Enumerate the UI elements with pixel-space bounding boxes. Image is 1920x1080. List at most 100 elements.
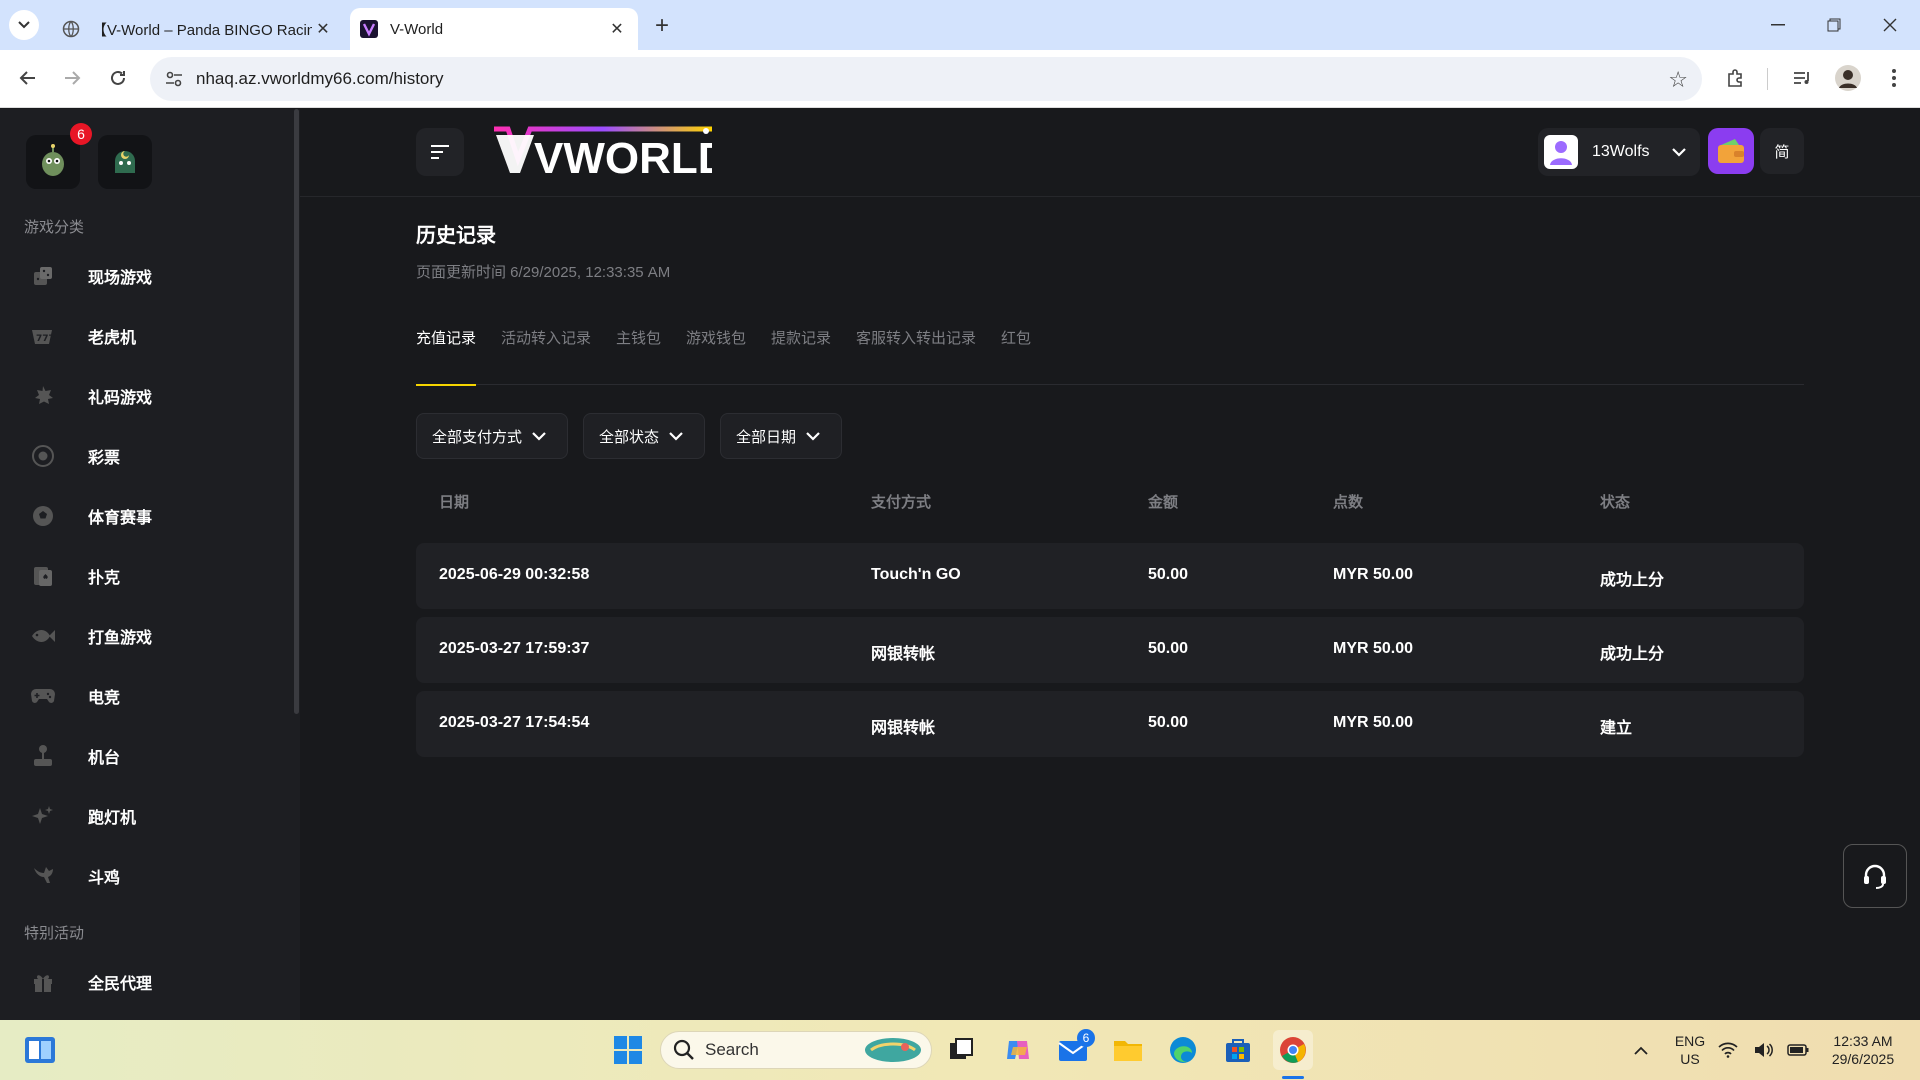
user-avatar-icon	[1550, 141, 1572, 165]
profile-avatar-icon[interactable]	[1832, 62, 1864, 94]
event-avatar-button[interactable]	[98, 135, 152, 189]
edge-browser-icon[interactable]	[1163, 1030, 1203, 1070]
customer-support-button[interactable]	[1843, 844, 1907, 908]
battery-icon[interactable]	[1784, 1030, 1812, 1070]
url-text[interactable]: nhaq.az.vworldmy66.com/history	[196, 69, 444, 89]
tab-main-wallet[interactable]: 主钱包	[616, 327, 661, 385]
ramadan-mascot-icon	[115, 151, 135, 173]
user-menu-button[interactable]: 13Wolfs	[1538, 128, 1700, 176]
sidebar-item-poker[interactable]: 扑克	[0, 553, 290, 599]
sidebar-item-lottery[interactable]: 彩票	[0, 433, 290, 479]
sidebar-item-label: 彩票	[88, 450, 121, 467]
restore-button[interactable]	[1806, 0, 1862, 50]
mascot-avatar-button[interactable]	[26, 135, 80, 189]
minimize-button[interactable]	[1750, 0, 1806, 50]
gift-icon	[30, 969, 56, 995]
cell-date: 2025-03-27 17:54:54	[439, 714, 590, 731]
language-button[interactable]: 简	[1760, 128, 1804, 174]
bookmark-star-icon[interactable]: ☆	[1668, 67, 1688, 93]
site-settings-icon[interactable]	[164, 69, 184, 89]
history-tabs: 充值记录 活动转入记录 主钱包 游戏钱包 提款记录 客服转入转出记录 红包	[416, 327, 1804, 386]
cell-status: 成功上分	[1600, 646, 1665, 663]
reload-button[interactable]	[102, 62, 134, 94]
chevron-down-icon	[669, 431, 683, 441]
media-controls-icon[interactable]	[1786, 62, 1818, 94]
browser-menu-icon[interactable]	[1878, 62, 1910, 94]
close-tab-icon[interactable]: ✕	[312, 18, 334, 40]
copilot-icon[interactable]	[998, 1030, 1038, 1070]
tab-red-packet[interactable]: 红包	[1001, 327, 1031, 385]
fish-icon	[30, 623, 56, 649]
sidebar-item-label: 体育赛事	[88, 510, 153, 527]
clock-date: 29/6/2025	[1831, 1051, 1895, 1067]
vworld-logo[interactable]: VWORLD	[492, 125, 712, 181]
volume-icon[interactable]	[1752, 1030, 1776, 1070]
date-filter[interactable]: 全部日期	[720, 413, 842, 459]
wallet-icon	[1718, 139, 1744, 163]
sidebar-item-label: 扑克	[88, 570, 121, 587]
sidebar-item-live-games[interactable]: 现场游戏	[0, 253, 290, 299]
column-header-points: 点数	[1333, 494, 1364, 511]
task-view-icon[interactable]	[941, 1030, 981, 1070]
start-windows-icon[interactable]	[608, 1030, 648, 1070]
sidebar-item-light-machine[interactable]: 跑灯机	[0, 793, 290, 839]
logo-text: VWORLD	[534, 134, 712, 181]
wallet-button[interactable]	[1708, 128, 1754, 174]
menu-toggle-button[interactable]	[416, 128, 464, 176]
tab-cs-transfer-records[interactable]: 客服转入转出记录	[856, 327, 976, 385]
sidebar-item-agent-program[interactable]: 全民代理	[0, 959, 290, 1005]
back-button[interactable]	[12, 62, 44, 94]
cell-points: MYR 50.00	[1333, 640, 1414, 657]
minimize-icon	[1771, 24, 1785, 26]
tab-game-wallet[interactable]: 游戏钱包	[686, 327, 746, 385]
taskbar-search-box[interactable]: Search	[660, 1031, 932, 1069]
tab-withdrawal-records[interactable]: 提款记录	[771, 327, 831, 385]
microsoft-store-icon[interactable]	[1218, 1030, 1258, 1070]
sidebar-item-gift-code-games[interactable]: 礼码游戏	[0, 373, 290, 419]
tab-deposit-records[interactable]: 充值记录	[416, 327, 477, 386]
widgets-icon[interactable]	[20, 1030, 60, 1070]
sidebar-item-label: 打鱼游戏	[88, 630, 153, 647]
poker-card-icon	[30, 563, 56, 589]
sidebar-scrollbar[interactable]	[294, 109, 299, 714]
wifi-icon[interactable]	[1716, 1030, 1740, 1070]
rooster-icon	[30, 863, 56, 889]
clock[interactable]: 12:33 AM 29/6/2025	[1818, 1032, 1908, 1068]
chrome-icon[interactable]	[1273, 1030, 1313, 1070]
browser-toolbar: nhaq.az.vworldmy66.com/history ☆	[0, 50, 1920, 108]
close-tab-icon[interactable]: ✕	[606, 18, 628, 40]
cell-date: 2025-06-29 00:32:58	[439, 566, 590, 583]
menu-lines-icon	[431, 145, 449, 159]
close-window-button[interactable]	[1862, 0, 1918, 50]
headset-icon	[1864, 864, 1886, 889]
live-casino-icon	[30, 263, 56, 289]
sidebar-item-slots[interactable]: 777 老虎机	[0, 313, 290, 359]
vworld-favicon-icon	[360, 20, 378, 38]
cell-amount: 50.00	[1148, 714, 1189, 731]
new-tab-button[interactable]: +	[648, 12, 676, 40]
sidebar-item-sports[interactable]: 体育赛事	[0, 493, 290, 539]
tab-search-button[interactable]	[9, 10, 39, 40]
chevron-down-icon	[1672, 147, 1686, 157]
browser-tab-vworld[interactable]: V-World ✕	[350, 8, 638, 50]
sidebar-item-cockfight[interactable]: 斗鸡	[0, 853, 290, 899]
column-header-date: 日期	[439, 494, 470, 511]
tab-promo-transfer-records[interactable]: 活动转入记录	[501, 327, 591, 385]
show-hidden-icons-chevron-up-icon[interactable]	[1621, 1030, 1661, 1070]
site-header: VWORLD 13Wolfs 简	[300, 109, 1920, 197]
browser-tab-panda-bingo[interactable]: 【V-World – Panda BINGO Racin ✕	[52, 8, 344, 50]
extensions-icon[interactable]	[1720, 62, 1752, 94]
status-filter[interactable]: 全部状态	[583, 413, 705, 459]
table-row: 2025-06-29 00:32:58 Touch'n GO 50.00 MYR…	[416, 543, 1804, 609]
payment-method-filter[interactable]: 全部支付方式	[416, 413, 568, 459]
input-language-indicator[interactable]: ENG US	[1672, 1032, 1708, 1068]
browser-tab-strip: 【V-World – Panda BINGO Racin ✕ V-World ✕…	[0, 0, 1920, 50]
forward-button[interactable]	[56, 62, 88, 94]
file-explorer-icon[interactable]	[1108, 1030, 1148, 1070]
address-bar[interactable]: nhaq.az.vworldmy66.com/history ☆	[150, 57, 1702, 101]
sidebar-item-esports[interactable]: 电竞	[0, 673, 290, 719]
sidebar-item-fishing-games[interactable]: 打鱼游戏	[0, 613, 290, 659]
arrow-right-icon	[65, 71, 81, 85]
sidebar-item-arcade[interactable]: 机台	[0, 733, 290, 779]
sidebar-item-label: 斗鸡	[88, 870, 121, 887]
